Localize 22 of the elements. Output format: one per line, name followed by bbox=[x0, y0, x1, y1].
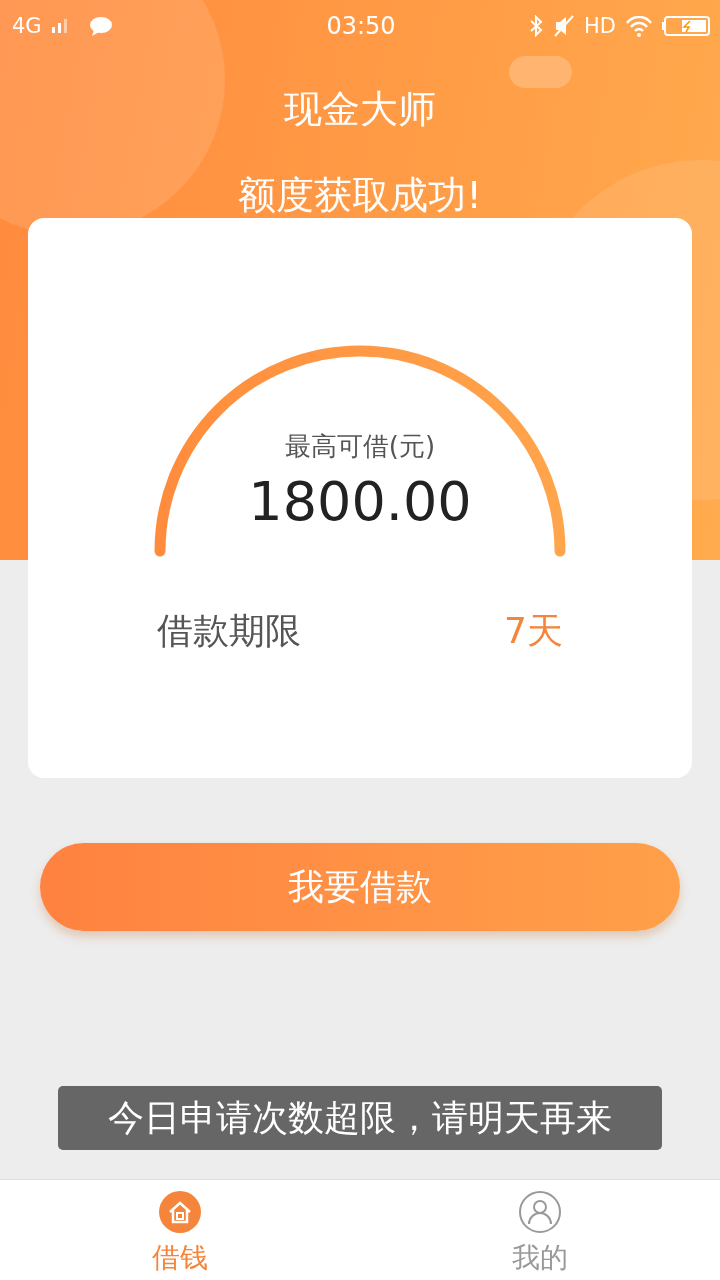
amount-label: 最高可借(元) bbox=[284, 430, 436, 463]
borrow-button[interactable]: 我要借款 bbox=[40, 843, 680, 931]
amount-value: 1800.00 bbox=[248, 470, 472, 533]
tab-item[interactable]: 借钱 bbox=[0, 1180, 360, 1280]
headline: 额度获取成功! bbox=[238, 174, 482, 216]
wifi-icon bbox=[626, 15, 652, 37]
hd-label: HD bbox=[584, 14, 616, 38]
toast-message: 今日申请次数超限，请明天再来 bbox=[58, 1086, 662, 1150]
tab-item[interactable]: 我的 bbox=[360, 1180, 720, 1280]
muted-speaker-icon bbox=[554, 15, 574, 37]
status-time: 03:50 bbox=[326, 12, 396, 40]
term-value: 7天 bbox=[504, 609, 563, 653]
decorative-capsule bbox=[509, 56, 572, 88]
battery-icon bbox=[662, 16, 710, 36]
chat-bubble-icon bbox=[88, 15, 113, 37]
term-label: 借款期限 bbox=[157, 609, 301, 653]
person-icon bbox=[519, 1191, 561, 1233]
signal-icon bbox=[51, 19, 67, 33]
bluetooth-icon bbox=[528, 15, 544, 37]
house-icon bbox=[159, 1191, 201, 1233]
app-title: 现金大师 bbox=[284, 86, 436, 133]
network-label: 4G bbox=[12, 14, 42, 38]
